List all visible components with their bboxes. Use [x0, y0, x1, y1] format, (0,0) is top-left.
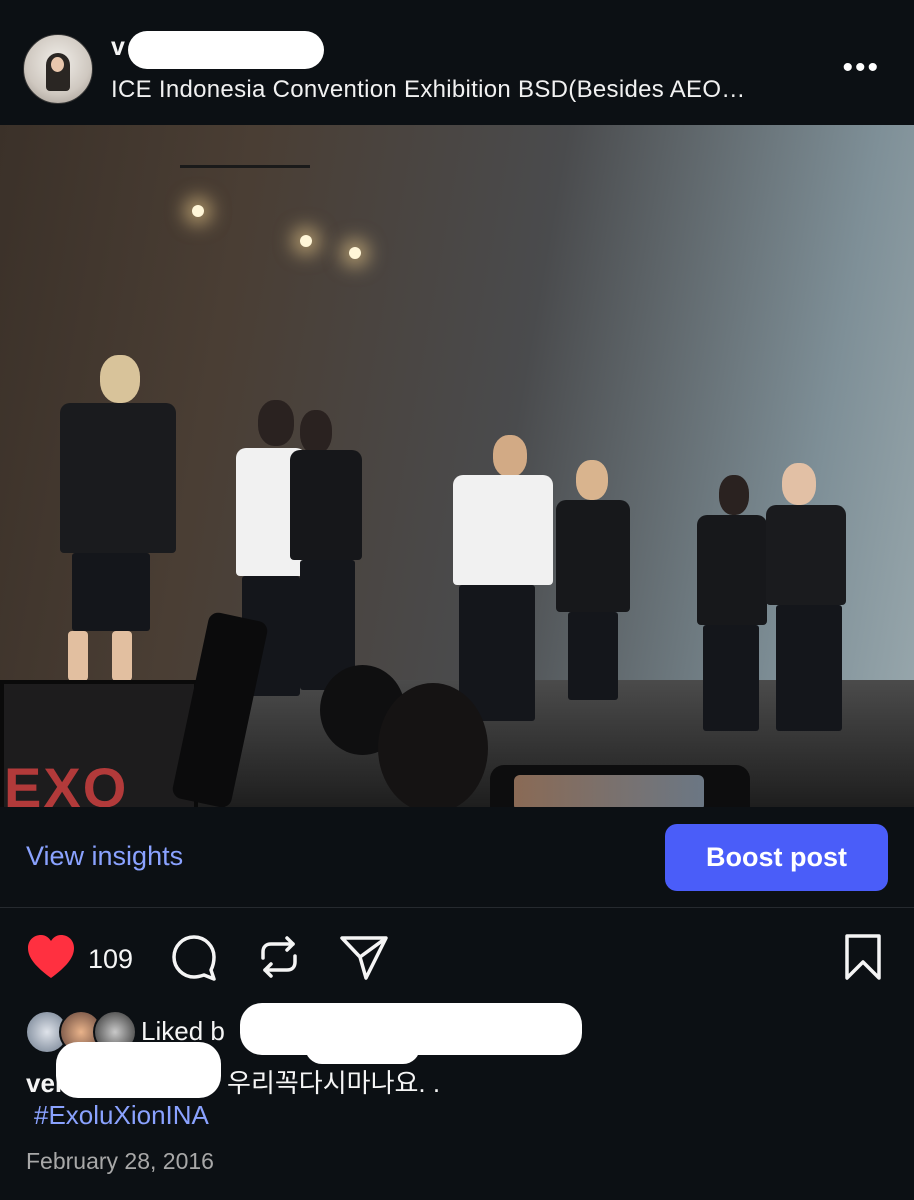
stage-light [349, 247, 361, 259]
performer [697, 475, 769, 735]
post-header: v ICE Indonesia Convention Exhibition BS… [0, 0, 914, 125]
username[interactable]: v [111, 33, 125, 61]
performer [290, 410, 365, 700]
avatar-face [51, 57, 64, 72]
stage-monitor: EXO [0, 680, 198, 807]
performer [60, 355, 180, 685]
performer [766, 463, 856, 735]
post-photo[interactable]: EXO [0, 125, 914, 807]
redaction-username [128, 31, 324, 69]
repost-icon[interactable] [252, 930, 306, 984]
post-actions: 109 [0, 930, 914, 990]
share-icon[interactable] [337, 930, 391, 984]
more-options-icon[interactable]: ••• [842, 53, 880, 83]
performer [556, 460, 632, 705]
boost-post-button[interactable]: Boost post [665, 824, 888, 891]
redaction-caption [305, 1030, 420, 1064]
post-date: February 28, 2016 [26, 1148, 214, 1174]
caption-text: 우리꼭다시마나요. . [227, 1068, 441, 1098]
profile-avatar[interactable] [23, 34, 93, 104]
performer [453, 435, 558, 725]
audience-head [378, 683, 488, 807]
hashtag-link[interactable]: #ExoluXionINA [34, 1100, 209, 1131]
banner-text: EXO [4, 756, 129, 807]
insights-bar: View insights Boost post [0, 807, 914, 908]
location-label[interactable]: ICE Indonesia Convention Exhibition BSD(… [111, 76, 746, 104]
stage-light [192, 205, 204, 217]
redaction-caption [56, 1042, 221, 1098]
stage-light [300, 235, 312, 247]
heart-icon[interactable] [24, 930, 78, 984]
comment-icon[interactable] [167, 930, 221, 984]
view-insights-link[interactable]: View insights [26, 841, 183, 872]
username-wrap[interactable]: v [111, 33, 125, 73]
like-count[interactable]: 109 [88, 944, 133, 975]
audience-phone [490, 765, 750, 807]
bookmark-icon[interactable] [836, 930, 890, 984]
